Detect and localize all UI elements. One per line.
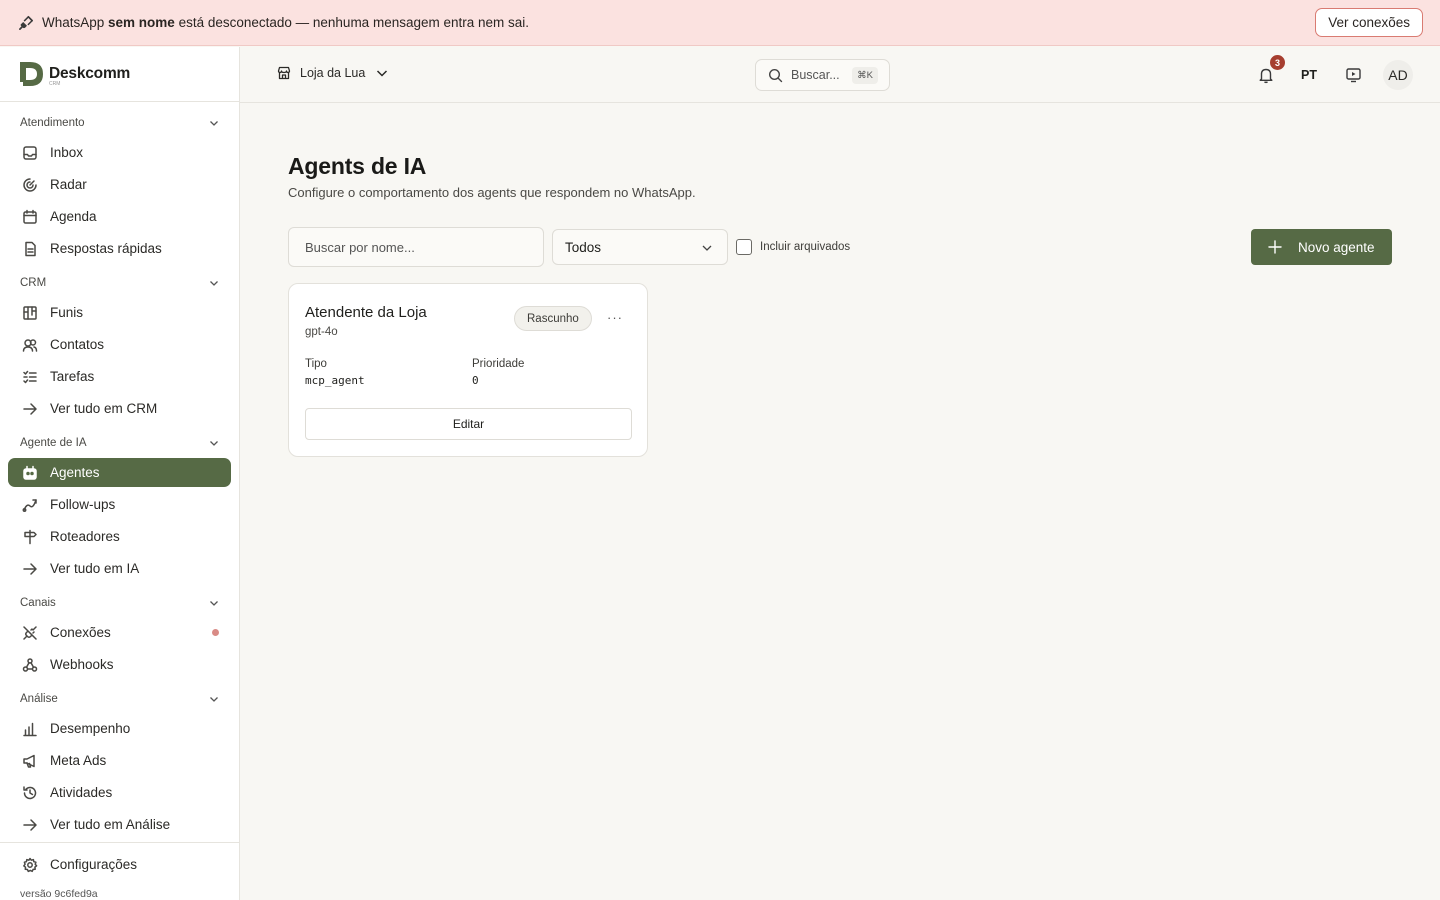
group-header-analise[interactable]: Análise xyxy=(20,689,220,709)
chevron-down-icon xyxy=(377,70,388,77)
include-archived-toggle[interactable]: Incluir arquivados xyxy=(736,239,850,255)
checklist-icon xyxy=(21,368,38,385)
bar-chart-icon xyxy=(21,720,38,737)
app-version: versão 9c6fed9a xyxy=(20,888,98,900)
group-header-atendimento[interactable]: Atendimento xyxy=(20,113,220,133)
arrow-right-icon xyxy=(21,560,38,577)
brand-tagline: CRM xyxy=(49,81,61,87)
radar-icon xyxy=(21,176,38,193)
edit-agent-button[interactable]: Editar xyxy=(305,408,632,440)
sidebar-item-roteadores[interactable]: Roteadores xyxy=(8,522,231,551)
sidebar-item-quick-replies[interactable]: Respostas rápidas xyxy=(8,234,231,263)
include-archived-label: Incluir arquivados xyxy=(760,241,851,253)
notification-count-badge: 3 xyxy=(1270,55,1285,70)
priority-label: Prioridade xyxy=(472,358,525,370)
sidebar-item-configuracoes[interactable]: Configurações xyxy=(8,850,231,879)
bot-icon xyxy=(21,464,38,481)
agent-search-input[interactable] xyxy=(288,227,544,267)
group-header-crm[interactable]: CRM xyxy=(20,273,220,293)
connection-name: sem nome xyxy=(108,15,175,30)
sidebar-item-contatos[interactable]: Contatos xyxy=(8,330,231,359)
sidebar-item-funis[interactable]: Funis xyxy=(8,298,231,327)
chevron-down-icon xyxy=(210,601,218,606)
search-icon xyxy=(768,68,783,82)
gear-icon xyxy=(21,856,38,873)
brand-name: Deskcomm xyxy=(49,65,131,82)
sidebar: Deskcomm CRM Atendimento Inbox Radar Age… xyxy=(0,47,240,900)
sidebar-item-tarefas[interactable]: Tarefas xyxy=(8,362,231,391)
agent-model: gpt-4o xyxy=(305,326,338,338)
sidebar-item-agentes[interactable]: Agentes xyxy=(8,458,231,487)
agent-card: Atendente da Loja gpt-4o Rascunho ··· Ti… xyxy=(288,283,648,457)
status-dot xyxy=(212,629,219,636)
user-avatar[interactable]: AD xyxy=(1383,60,1413,90)
sidebar-item-agenda[interactable]: Agenda xyxy=(8,202,231,231)
disconnect-banner: WhatsApp sem nome está desconectado — ne… xyxy=(0,0,1440,46)
users-icon xyxy=(21,336,38,353)
sidebar-item-conexoes[interactable]: Conexões xyxy=(8,618,231,647)
plus-icon xyxy=(1268,240,1282,254)
sidebar-item-desempenho[interactable]: Desempenho xyxy=(8,714,231,743)
megaphone-icon xyxy=(21,752,38,769)
chevron-down-icon xyxy=(210,121,218,126)
document-icon xyxy=(21,240,38,257)
search-shortcut: ⌘K xyxy=(852,67,878,84)
more-options-icon[interactable]: ··· xyxy=(607,310,623,325)
sidebar-divider xyxy=(0,842,239,843)
inbox-icon xyxy=(21,144,38,161)
agent-name: Atendente da Loja xyxy=(305,304,427,321)
webhook-icon xyxy=(21,656,38,673)
sidebar-item-inbox[interactable]: Inbox xyxy=(8,138,231,167)
signpost-icon xyxy=(21,528,38,545)
global-search[interactable]: Buscar... ⌘K xyxy=(755,59,890,91)
sidebar-item-webhooks[interactable]: Webhooks xyxy=(8,650,231,679)
trend-icon xyxy=(21,496,38,513)
banner-message: WhatsApp sem nome está desconectado — ne… xyxy=(42,15,530,30)
brand-logo[interactable]: Deskcomm CRM xyxy=(0,47,239,102)
sidebar-item-atividades[interactable]: Atividades xyxy=(8,778,231,807)
deskcomm-logo-icon xyxy=(20,62,43,86)
store-switcher[interactable]: Loja da Lua xyxy=(277,66,389,80)
store-name: Loja da Lua xyxy=(300,66,366,80)
chevron-down-icon xyxy=(210,441,218,446)
page-subtitle: Configure o comportamento dos agents que… xyxy=(288,185,696,200)
search-placeholder: Buscar... xyxy=(791,68,840,82)
type-value: mcp_agent xyxy=(305,374,365,387)
sidebar-item-meta-ads[interactable]: Meta Ads xyxy=(8,746,231,775)
status-filter-value: Todos xyxy=(565,239,602,255)
include-archived-checkbox[interactable] xyxy=(736,239,752,255)
arrow-right-icon xyxy=(21,400,38,417)
language-switcher[interactable]: PT xyxy=(1301,68,1317,82)
plug-off-icon xyxy=(21,624,38,641)
store-icon xyxy=(277,66,291,80)
new-agent-button[interactable]: Novo agente xyxy=(1251,229,1392,265)
sidebar-item-radar[interactable]: Radar xyxy=(8,170,231,199)
type-label: Tipo xyxy=(305,358,327,370)
page-title: Agents de IA xyxy=(288,153,427,179)
plug-icon xyxy=(18,14,36,32)
sidebar-item-follow-ups[interactable]: Follow-ups xyxy=(8,490,231,519)
sidebar-item-see-all-crm[interactable]: Ver tudo em CRM xyxy=(8,394,231,423)
priority-value: 0 xyxy=(472,374,479,387)
arrow-right-icon xyxy=(21,816,38,833)
status-badge: Rascunho xyxy=(514,306,592,331)
calendar-icon xyxy=(21,208,38,225)
kanban-icon xyxy=(21,304,38,321)
group-header-canais[interactable]: Canais xyxy=(20,593,220,613)
chevron-down-icon xyxy=(702,245,712,251)
chevron-down-icon xyxy=(210,697,218,702)
group-header-agente-ia[interactable]: Agente de IA xyxy=(20,433,220,453)
video-tutorial-icon[interactable] xyxy=(1345,66,1362,83)
sidebar-item-see-all-analise[interactable]: Ver tudo em Análise xyxy=(8,810,231,839)
sidebar-item-see-all-ia[interactable]: Ver tudo em IA xyxy=(8,554,231,583)
status-filter-select[interactable]: Todos xyxy=(552,229,728,265)
view-connections-button[interactable]: Ver conexões xyxy=(1315,8,1423,37)
top-header: Loja da Lua Buscar... ⌘K 3 PT AD xyxy=(240,47,1440,103)
chevron-down-icon xyxy=(210,281,218,286)
history-icon xyxy=(21,784,38,801)
